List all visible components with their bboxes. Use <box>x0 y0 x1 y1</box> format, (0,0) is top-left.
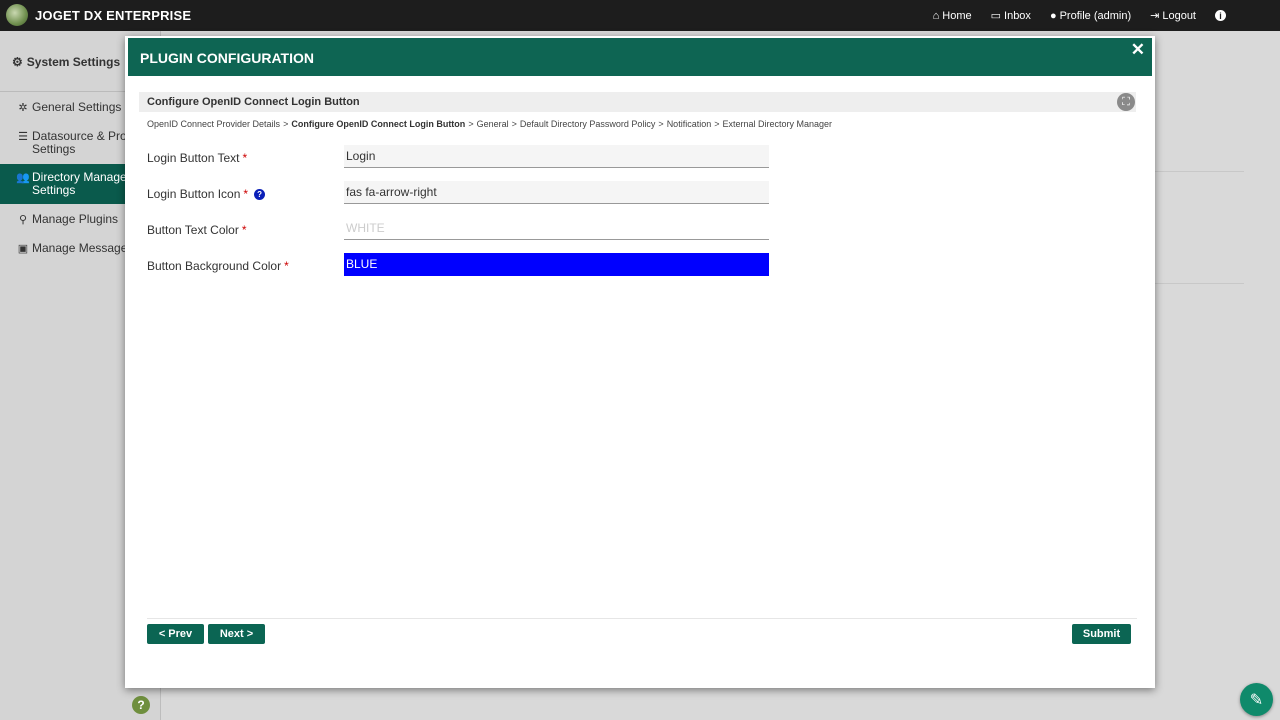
nav-logout-label: Logout <box>1162 9 1196 22</box>
breadcrumb-step-notification[interactable]: Notification <box>667 119 712 129</box>
login-button-text-label: Login Button Text * <box>147 151 247 165</box>
sidebar-item-label: Manage Plugins <box>32 212 119 226</box>
button-background-color-label: Button Background Color * <box>147 259 289 273</box>
plug-icon: ⚲ <box>18 214 28 226</box>
gear-icon: ✲ <box>18 102 28 114</box>
users-icon: 👥 <box>16 172 30 184</box>
wizard-breadcrumb: OpenID Connect Provider Details > Configur… <box>147 119 832 129</box>
sidebar-item-label: Manage Messages <box>32 241 134 255</box>
inbox-icon: ▭ <box>990 10 1002 22</box>
sidebar-title-label: System Settings <box>26 55 121 69</box>
nav-profile-link[interactable]: ● Profile (admin) <box>1050 10 1131 22</box>
prev-button[interactable]: < Prev <box>147 624 204 644</box>
required-marker: * <box>241 223 247 237</box>
section-header: Configure OpenID Connect Login Button ⛶ <box>139 92 1136 112</box>
sidebar-item-label: Datasource & Profi <box>32 129 133 143</box>
database-icon: ☰ <box>18 131 28 143</box>
sidebar-item-label: Directory Manager <box>32 170 131 184</box>
field-label-text: Button Text Color <box>147 223 239 237</box>
nav-profile-label: Profile (admin) <box>1059 9 1132 22</box>
field-label-text: Login Button Icon <box>147 187 241 201</box>
fullscreen-icon[interactable]: ⛶ <box>1117 93 1135 111</box>
sidebar-item-label: General Settings <box>32 100 122 114</box>
plugin-configuration-dialog: PLUGIN CONFIGURATION ✕ Configure OpenID … <box>125 36 1155 688</box>
section-title: Configure OpenID Connect Login Button <box>147 96 360 108</box>
help-icon[interactable]: ? <box>132 696 150 714</box>
required-marker: * <box>284 259 289 273</box>
submit-button[interactable]: Submit <box>1072 624 1131 644</box>
gears-icon: ⚙ <box>12 55 23 69</box>
footer-divider <box>147 618 1137 619</box>
breadcrumb-step-provider-details[interactable]: OpenID Connect Provider Details <box>147 119 280 129</box>
top-navbar: JOGET DX ENTERPRISE ⌂ Home ▭ Inbox ● Pro… <box>0 0 1280 31</box>
nav-logout-link[interactable]: ⇥ Logout <box>1150 9 1196 23</box>
sidebar-item-label-line2: Settings <box>32 142 76 156</box>
button-text-color-label: Button Text Color * <box>147 223 247 237</box>
nav-home-label: Home <box>942 9 972 22</box>
brand-name[interactable]: JOGET DX ENTERPRISE <box>35 8 191 23</box>
info-icon[interactable]: i <box>1215 10 1226 21</box>
required-marker: * <box>242 151 248 165</box>
nav-home-link[interactable]: ⌂ Home <box>933 10 972 22</box>
login-button-text-input[interactable] <box>344 145 769 168</box>
field-label-text: Button Background Color <box>147 259 282 273</box>
user-icon: ● <box>1049 9 1057 22</box>
breadcrumb-step-login-button[interactable]: Configure OpenID Connect Login Button <box>291 119 465 129</box>
field-label-text: Login Button Text <box>147 151 240 165</box>
next-button[interactable]: Next > <box>208 624 265 644</box>
breadcrumb-step-password-policy[interactable]: Default Directory Password Policy <box>520 119 656 129</box>
breadcrumb-separator: > <box>283 119 289 129</box>
breadcrumb-step-external-directory[interactable]: External Directory Manager <box>722 119 832 129</box>
dialog-title: PLUGIN CONFIGURATION <box>140 50 314 66</box>
sidebar-item-label-line2: Settings <box>32 183 76 197</box>
login-button-icon-label: Login Button Icon * ? <box>147 187 266 201</box>
language-icon: ▣ <box>17 243 29 255</box>
logout-icon: ⇥ <box>1150 10 1160 22</box>
breadcrumb-separator: > <box>468 119 474 129</box>
background-divider <box>1155 283 1244 284</box>
breadcrumb-separator: > <box>658 119 664 129</box>
login-button-icon-input[interactable] <box>344 181 769 204</box>
breadcrumb-separator: > <box>511 119 517 129</box>
nav-inbox-label: Inbox <box>1004 9 1031 22</box>
home-icon: ⌂ <box>932 9 940 22</box>
background-divider <box>1155 171 1244 172</box>
button-background-color-input[interactable] <box>344 253 769 276</box>
top-nav: ⌂ Home ▭ Inbox ● Profile (admin) ⇥ Logou… <box>933 0 1280 31</box>
joget-logo[interactable] <box>6 4 28 26</box>
edit-pencil-icon[interactable]: ✎ <box>1240 683 1273 716</box>
dialog-header: PLUGIN CONFIGURATION ✕ <box>128 38 1152 76</box>
sidebar-title: ⚙ System Settings <box>12 55 120 69</box>
breadcrumb-separator: > <box>714 119 720 129</box>
button-text-color-input[interactable] <box>344 217 769 240</box>
close-icon[interactable]: ✕ <box>1131 40 1145 60</box>
required-marker: * <box>243 187 249 201</box>
breadcrumb-step-general[interactable]: General <box>477 119 509 129</box>
nav-inbox-link[interactable]: ▭ Inbox <box>990 9 1031 23</box>
question-circle-icon[interactable]: ? <box>254 188 266 200</box>
